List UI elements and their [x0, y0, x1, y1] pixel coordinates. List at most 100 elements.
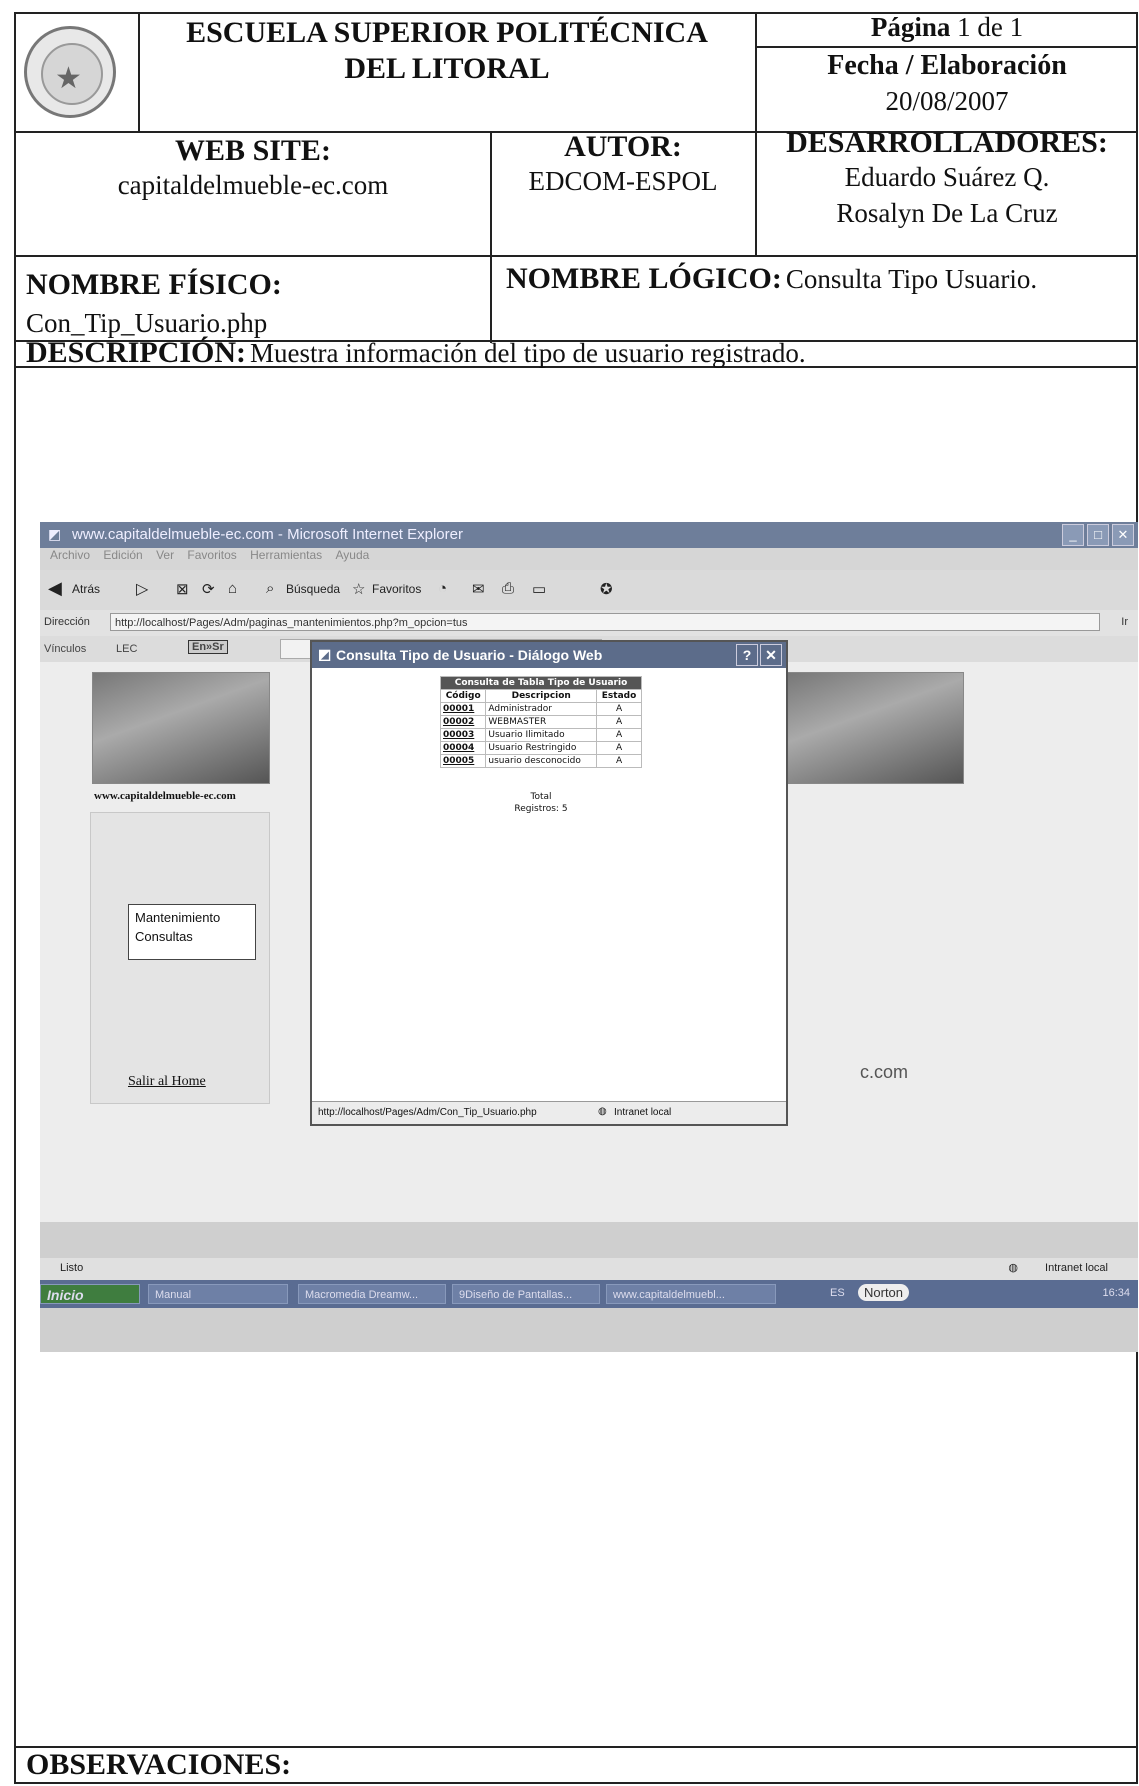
- favorites-star-icon[interactable]: ☆: [352, 580, 365, 598]
- minimize-icon[interactable]: _: [1062, 524, 1084, 546]
- browser-status-bar: Listo ◍ Intranet local: [40, 1258, 1138, 1280]
- taskbar-item[interactable]: www.capitaldelmuebl...: [606, 1284, 776, 1304]
- divider: [14, 255, 1138, 257]
- author-label: AUTOR:: [564, 130, 682, 163]
- mail-icon[interactable]: ✉: [472, 580, 485, 598]
- back-button[interactable]: Atrás: [72, 582, 100, 596]
- date-label: Fecha / Elaboración: [827, 50, 1067, 81]
- table-row: 00003 Usuario Ilimitado A: [439, 728, 642, 742]
- menu-consultas[interactable]: Consultas: [129, 927, 255, 946]
- window-controls: _ □ ✕: [1059, 524, 1134, 546]
- stop-icon[interactable]: ⊠: [176, 580, 189, 598]
- forward-icon[interactable]: ▷: [136, 579, 148, 599]
- address-label: Dirección: [44, 616, 90, 628]
- espol-seal: ★: [24, 26, 116, 118]
- links-label: Vínculos: [44, 643, 87, 655]
- code-link[interactable]: 00002: [439, 715, 487, 729]
- table-caption: Consulta de Tabla Tipo de Usuario: [440, 676, 642, 690]
- furniture-photo-left: [92, 672, 270, 784]
- logical-name-value: Consulta Tipo Usuario.: [785, 264, 1038, 294]
- website-value: capitaldelmueble-ec.com: [117, 170, 389, 200]
- page-label: Página: [870, 12, 951, 42]
- page-number: Página 1 de 1: [757, 12, 1137, 43]
- refresh-icon[interactable]: ⟳: [202, 580, 215, 598]
- code-link[interactable]: 00001: [439, 702, 487, 716]
- edit-icon[interactable]: ▭: [532, 580, 546, 598]
- observations-label: OBSERVACIONES:: [26, 1748, 292, 1781]
- table-row: 00002 WEBMASTER A: [439, 715, 642, 729]
- description-cell: Administrador: [485, 702, 598, 716]
- status-cell: A: [596, 715, 642, 729]
- go-button[interactable]: Ir: [1121, 616, 1128, 628]
- taskbar-item[interactable]: Macromedia Dreamw...: [298, 1284, 446, 1304]
- messenger-icon[interactable]: ✪: [600, 580, 613, 598]
- code-link[interactable]: 00004: [439, 741, 487, 755]
- history-icon[interactable]: ◔: [438, 580, 447, 597]
- translate-dropdown[interactable]: En»Sr: [188, 640, 228, 654]
- address-input[interactable]: http://localhost/Pages/Adm/paginas_mante…: [110, 613, 1100, 631]
- browser-toolbar: ◀ Atrás ▷ ⊠ ⟳ ⌂ ⌕ Búsqueda ☆ Favoritos ◔…: [40, 570, 1138, 610]
- description-cell: Usuario Restringido: [485, 741, 598, 755]
- developers-label: DESARROLLADORES:: [786, 126, 1108, 159]
- status-zone: Intranet local: [1045, 1262, 1108, 1274]
- status-cell: A: [596, 702, 642, 716]
- total-label: Total: [530, 792, 552, 802]
- col-estado: Estado: [596, 689, 642, 703]
- page-value: 1 de 1: [957, 12, 1024, 42]
- home-icon[interactable]: ⌂: [228, 580, 237, 597]
- back-arrow-icon[interactable]: ◀: [48, 578, 62, 599]
- code-link[interactable]: 00005: [439, 754, 487, 768]
- query-dialog: ◩ Consulta Tipo de Usuario - Diálogo Web…: [310, 640, 788, 1126]
- dialog-status-bar: http://localhost/Pages/Adm/Con_Tip_Usuar…: [312, 1101, 786, 1124]
- start-button[interactable]: Inicio: [40, 1284, 140, 1304]
- home-link[interactable]: Salir al Home: [128, 1074, 206, 1090]
- dialog-title: Consulta Tipo de Usuario - Diálogo Web: [336, 647, 603, 663]
- menu-mantenimiento[interactable]: Mantenimiento: [129, 905, 255, 927]
- menu-ayuda[interactable]: Ayuda: [336, 548, 370, 562]
- intranet-icon: ◍: [598, 1106, 607, 1117]
- norton-icon[interactable]: Norton: [858, 1284, 910, 1301]
- page-content: www.capitaldelmueble-ec.com Mantenimient…: [40, 640, 1138, 1222]
- search-button[interactable]: Búsqueda: [286, 582, 340, 596]
- print-icon[interactable]: ⎙: [502, 580, 514, 597]
- dialog-zone: Intranet local: [614, 1107, 672, 1118]
- description-label: DESCRIPCIÓN:: [26, 336, 247, 369]
- menu-archivo[interactable]: Archivo: [50, 548, 90, 562]
- dialog-icon: ◩: [318, 646, 332, 662]
- clock: 16:34: [1102, 1287, 1130, 1299]
- menu-herramientas[interactable]: Herramientas: [250, 548, 322, 562]
- taskbar-item[interactable]: 9Diseño de Pantallas...: [452, 1284, 600, 1304]
- search-icon[interactable]: ⌕: [266, 580, 274, 597]
- col-descripcion: Descripcion: [485, 689, 598, 703]
- menu-edicion[interactable]: Edición: [103, 548, 142, 562]
- table-row: 00001 Administrador A: [439, 702, 642, 716]
- close-icon[interactable]: ✕: [1112, 524, 1134, 546]
- description-cell: Usuario Ilimitado: [485, 728, 598, 742]
- address-bar: Dirección http://localhost/Pages/Adm/pag…: [40, 610, 1138, 636]
- ie-icon: ◩: [48, 526, 62, 542]
- menu-favoritos[interactable]: Favoritos: [187, 548, 236, 562]
- taskbar-item[interactable]: Manual: [148, 1284, 288, 1304]
- author-value: EDCOM-ESPOL: [528, 166, 718, 196]
- dialog-close-icon[interactable]: ✕: [760, 644, 782, 666]
- status-cell: A: [596, 741, 642, 755]
- code-link[interactable]: 00003: [439, 728, 487, 742]
- date-value: 20/08/2007: [885, 86, 1009, 116]
- maximize-icon[interactable]: □: [1087, 524, 1109, 546]
- description: DESCRIPCIÓN: Muestra información del tip…: [26, 336, 806, 370]
- language-indicator[interactable]: ES: [830, 1287, 845, 1299]
- user-type-table: Consulta de Tabla Tipo de Usuario Código…: [439, 676, 642, 768]
- help-icon[interactable]: ?: [736, 644, 758, 666]
- description-cell: WEBMASTER: [485, 715, 598, 729]
- windows-taskbar: Inicio Manual Macromedia Dreamw... 9Dise…: [40, 1280, 1138, 1308]
- lec-label: LEC: [116, 643, 138, 655]
- website-label: WEB SITE:: [175, 134, 331, 167]
- side-menu: Mantenimiento Consultas: [128, 904, 256, 960]
- menu-ver[interactable]: Ver: [156, 548, 174, 562]
- logical-name: NOMBRE LÓGICO: Consulta Tipo Usuario.: [506, 262, 1037, 296]
- description-value: Muestra información del tipo de usuario …: [250, 338, 806, 368]
- developer-1: Eduardo Suárez Q.: [844, 162, 1050, 192]
- table-row: 00004 Usuario Restringido A: [439, 741, 642, 755]
- developer-2: Rosalyn De La Cruz: [836, 198, 1058, 228]
- favorites-button[interactable]: Favoritos: [372, 582, 421, 596]
